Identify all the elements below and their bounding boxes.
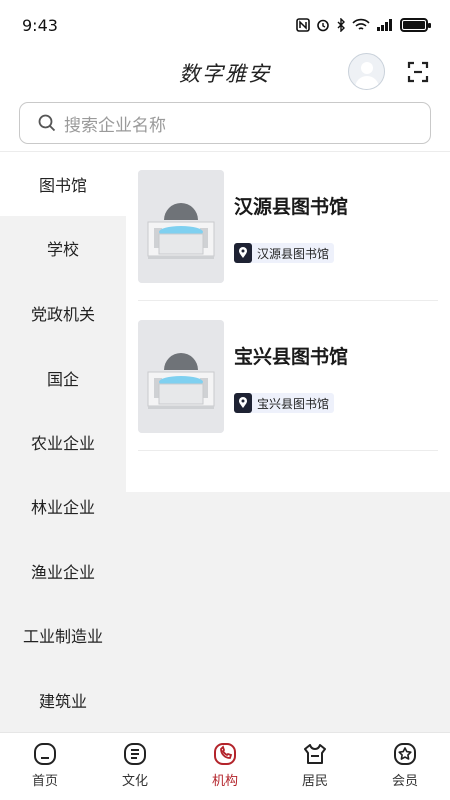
sidebar-item-manufacturing[interactable]: 工业制造业 — [0, 603, 126, 667]
content-panel: 汉源县图书馆 汉源县图书馆 宝兴县图书馆 宝兴县图书馆 — [126, 152, 450, 732]
bluetooth-icon — [337, 18, 345, 32]
search-input[interactable]: 搜索企业名称 — [19, 102, 431, 144]
search-icon — [38, 114, 56, 132]
sidebar-item-label: 党政机关 — [30, 305, 95, 324]
category-sidebar: 图书馆 学校 党政机关 国企 农业企业 林业企业 渔业企业 工业制造业 建筑业 — [0, 152, 126, 732]
culture-icon — [124, 743, 146, 765]
nav-label: 会员 — [391, 774, 418, 789]
home-icon — [34, 743, 56, 765]
nav-home[interactable]: 首页 — [0, 733, 90, 800]
sidebar-item-soe[interactable]: 国企 — [0, 346, 126, 410]
bottom-nav: 首页 文化 机构 居民 会员 — [0, 732, 450, 800]
sidebar-item-construction[interactable]: 建筑业 — [0, 668, 126, 732]
sidebar-item-label: 国企 — [46, 370, 79, 389]
sidebar-item-label: 渔业企业 — [30, 563, 95, 582]
entry-title: 汉源县图书馆 — [234, 196, 349, 218]
nav-label: 首页 — [31, 774, 58, 789]
sidebar-item-label: 建筑业 — [38, 692, 87, 711]
list-item[interactable]: 汉源县图书馆 汉源县图书馆 — [138, 170, 438, 300]
nfc-icon — [296, 18, 310, 32]
sidebar-item-library[interactable]: 图书馆 — [0, 152, 126, 216]
sidebar-item-label: 工业制造业 — [22, 627, 103, 646]
entry-list: 汉源县图书馆 汉源县图书馆 宝兴县图书馆 宝兴县图书馆 — [126, 152, 450, 492]
sidebar-item-government[interactable]: 党政机关 — [0, 281, 126, 345]
institution-icon — [214, 743, 236, 765]
location-pin-icon — [234, 243, 252, 263]
sidebar-item-label: 学校 — [46, 240, 79, 259]
resident-icon — [304, 744, 326, 764]
nav-label: 机构 — [211, 774, 238, 789]
status-bar: 9:43 — [0, 0, 450, 50]
wifi-icon — [352, 18, 370, 30]
nav-label: 居民 — [301, 774, 328, 789]
entry-title: 宝兴县图书馆 — [234, 346, 349, 368]
search-placeholder: 搜索企业名称 — [64, 115, 166, 136]
nav-member[interactable]: 会员 — [360, 733, 450, 800]
header: 数字雅安 — [0, 50, 450, 96]
location-tag-label: 宝兴县图书馆 — [257, 396, 330, 411]
battery-icon — [400, 18, 431, 32]
member-icon — [394, 743, 416, 765]
library-thumbnail — [138, 170, 224, 283]
nav-culture[interactable]: 文化 — [90, 733, 180, 800]
list-item[interactable]: 宝兴县图书馆 宝兴县图书馆 — [138, 320, 438, 450]
location-tag: 宝兴县图书馆 — [234, 393, 335, 413]
status-time: 9:43 — [22, 15, 58, 35]
nav-resident[interactable]: 居民 — [270, 733, 360, 800]
location-tag: 汉源县图书馆 — [234, 243, 335, 263]
sidebar-item-label: 农业企业 — [30, 434, 95, 453]
status-icons — [296, 18, 431, 32]
signal-icon — [377, 19, 392, 31]
sidebar-item-label: 图书馆 — [38, 176, 87, 195]
sidebar-item-forestry[interactable]: 林业企业 — [0, 474, 126, 538]
nav-label: 文化 — [121, 774, 148, 789]
divider — [138, 450, 438, 451]
user-avatar-icon[interactable] — [348, 53, 385, 90]
location-pin-icon — [234, 393, 252, 413]
library-thumbnail — [138, 320, 224, 433]
divider — [138, 300, 438, 301]
alarm-icon — [317, 19, 329, 32]
scan-icon[interactable] — [406, 60, 430, 84]
sidebar-item-agriculture[interactable]: 农业企业 — [0, 410, 126, 474]
nav-institution[interactable]: 机构 — [180, 733, 270, 800]
sidebar-item-fishery[interactable]: 渔业企业 — [0, 539, 126, 603]
sidebar-item-school[interactable]: 学校 — [0, 216, 126, 280]
sidebar-item-label: 林业企业 — [30, 498, 95, 517]
location-tag-label: 汉源县图书馆 — [257, 246, 330, 261]
